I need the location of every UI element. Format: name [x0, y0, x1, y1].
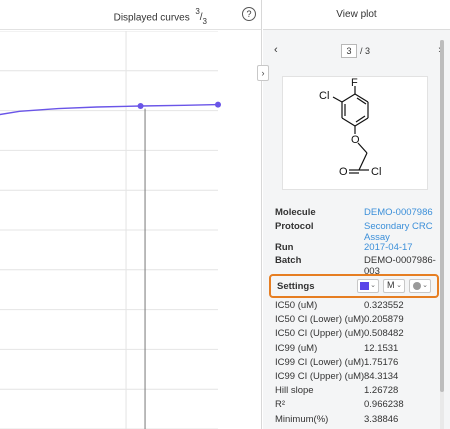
atom-f-label: F [351, 77, 358, 89]
view-plot-header: View plot [263, 0, 450, 30]
detail-label: Protocol [275, 221, 314, 232]
help-icon[interactable]: ? [242, 7, 256, 21]
protocol-link[interactable]: Secondary CRC Assay [364, 221, 436, 243]
view-plot-title: View plot [336, 9, 377, 20]
parameter-label: Minimum(%) [275, 413, 329, 425]
parameter-label: IC99 (uM) [275, 342, 318, 354]
molecule-link[interactable]: DEMO-0007986 [364, 207, 436, 218]
chevron-down-icon: ⌄ [396, 282, 402, 289]
parameter-row: R² 0.966238 [275, 399, 435, 413]
parameter-label: R² [275, 399, 286, 411]
displayed-curves-count: 3/3 [195, 7, 207, 27]
parameter-label: IC99 CI (Upper) (uM) [275, 370, 365, 382]
parameter-value: 0.508482 [364, 328, 404, 340]
parameter-row: IC50 CI (Lower) (uM) 0.205879 [275, 314, 435, 328]
data-point [215, 101, 221, 108]
plot-panel: Displayed curves 3/3 ? [0, 0, 262, 429]
curve-details: Molecule DEMO-0007986 Protocol Secondary… [275, 207, 436, 277]
collapse-panel-button[interactable]: › [257, 65, 269, 81]
detail-row-run: Run 2017-04-17 [275, 242, 435, 255]
parameter-row: IC50 CI (Upper) (uM) 0.508482 [275, 328, 435, 342]
data-point [137, 102, 144, 109]
parameter-value: 3.38846 [364, 413, 399, 425]
detail-label: Batch [275, 255, 302, 266]
plot-toolbar: Displayed curves 3/3 ? [0, 0, 261, 30]
parameter-value: 0.205879 [364, 314, 404, 326]
displayed-curves-numerator: 3 [195, 7, 200, 16]
chevron-down-icon: ⌄ [422, 282, 428, 289]
page-total: / 3 [360, 46, 371, 56]
parameter-label: IC50 CI (Lower) (uM) [275, 314, 365, 326]
displayed-curves-label[interactable]: Displayed curves 3/3 [113, 7, 207, 27]
atom-cl-ring-label: Cl [319, 90, 329, 102]
parameter-row: IC50 (uM) 0.323552 [275, 300, 435, 314]
run-link[interactable]: 2017-04-17 [364, 242, 436, 253]
point-style-select[interactable]: ⌄ [409, 279, 431, 293]
parameter-label: IC50 CI (Upper) (uM) [275, 328, 365, 340]
chevron-down-icon: ⌄ [370, 282, 376, 289]
parameter-value: 0.966238 [364, 399, 404, 411]
detail-label: Run [275, 242, 294, 253]
atom-cl-acyl-label: Cl [371, 166, 381, 178]
curve-color-select[interactable]: ⌄ [357, 279, 379, 293]
displayed-curves-denominator: 3 [202, 17, 207, 27]
molecule-structure-image: F Cl O O Cl [282, 76, 428, 190]
curve-pager: ‹ / 3 › [263, 44, 450, 60]
point-style-swatch [413, 282, 421, 290]
parameter-label: IC50 (uM) [275, 300, 318, 311]
parameter-row: IC99 (uM) 12.1531 [275, 343, 435, 357]
parameter-value: 12.1531 [364, 342, 399, 354]
parameter-value: 84.3134 [364, 370, 399, 382]
dose-response-chart [0, 31, 221, 429]
parameter-value: 1.75176 [364, 356, 399, 368]
scrollbar-thumb[interactable] [440, 40, 444, 392]
parameter-row: Minimum(%) 3.38846 [275, 414, 435, 428]
parameter-label: Hill slope [275, 385, 314, 397]
parameter-row: Hill slope 1.26728 [275, 385, 435, 399]
color-swatch [360, 282, 369, 290]
parameter-row: IC99 CI (Lower) (uM) 1.75176 [275, 357, 435, 371]
detail-row-protocol: Protocol Secondary CRC Assay [275, 221, 436, 243]
detail-row-molecule: Molecule DEMO-0007986 [275, 207, 435, 221]
panel-scrollbar[interactable] [440, 40, 444, 429]
marker-style-value: M [387, 280, 395, 290]
parameter-row: IC99 CI (Upper) (uM) 84.3134 [275, 371, 435, 385]
settings-row: Settings ⌄ M ⌄ ⌄ [269, 274, 439, 298]
view-plot-panel: View plot ‹ / 3 › [263, 0, 450, 429]
detail-label: Molecule [275, 207, 316, 218]
settings-label: Settings [277, 281, 315, 292]
parameter-label: IC99 CI (Lower) (uM) [275, 356, 365, 368]
atom-o-ether-label: O [351, 134, 360, 146]
parameter-value: 0.323552 [364, 300, 404, 311]
fit-parameters: IC50 (uM) 0.323552 IC50 CI (Lower) (uM) 0.2… [275, 300, 435, 429]
displayed-curves-text: Displayed curves [113, 12, 190, 24]
marker-style-select[interactable]: M ⌄ [383, 279, 405, 293]
page-number-input[interactable] [341, 44, 357, 58]
previous-curve-button[interactable]: ‹ [274, 44, 278, 56]
atom-o-carbonyl-label: O [339, 166, 348, 178]
parameter-value: 1.26728 [364, 385, 399, 397]
molecule-structure-drawing: F Cl O O Cl [319, 77, 381, 178]
